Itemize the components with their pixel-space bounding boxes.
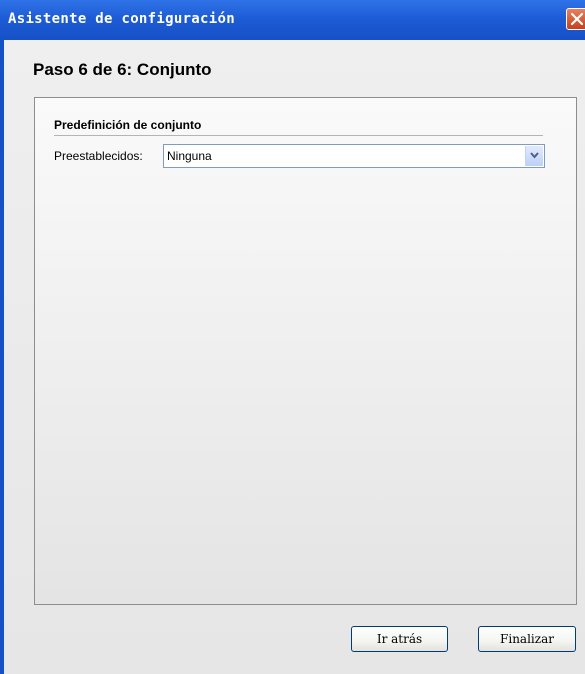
close-icon [571, 13, 583, 25]
preset-select-value: Ninguna [167, 149, 212, 163]
step-title: Paso 6 de 6: Conjunto [33, 60, 212, 79]
back-button[interactable]: Ir atrás [351, 626, 448, 652]
group-divider [54, 135, 543, 136]
chevron-down-icon [530, 152, 539, 159]
group-title: Predefinición de conjunto [54, 118, 202, 132]
preset-select[interactable]: Ninguna [163, 144, 545, 168]
wizard-body: Paso 6 de 6: Conjunto Predefinición de c… [0, 40, 585, 674]
title-bar[interactable]: Asistente de configuración [0, 0, 585, 40]
setup-wizard-window: Asistente de configuración Paso 6 de 6: … [0, 0, 585, 674]
finish-button[interactable]: Finalizar [478, 626, 576, 652]
window-title: Asistente de configuración [8, 11, 235, 27]
content-panel: Predefinición de conjunto Preestablecido… [34, 97, 577, 605]
preset-label: Preestablecidos: [54, 149, 143, 163]
close-button[interactable] [566, 8, 585, 30]
preset-dropdown-button[interactable] [525, 146, 543, 166]
